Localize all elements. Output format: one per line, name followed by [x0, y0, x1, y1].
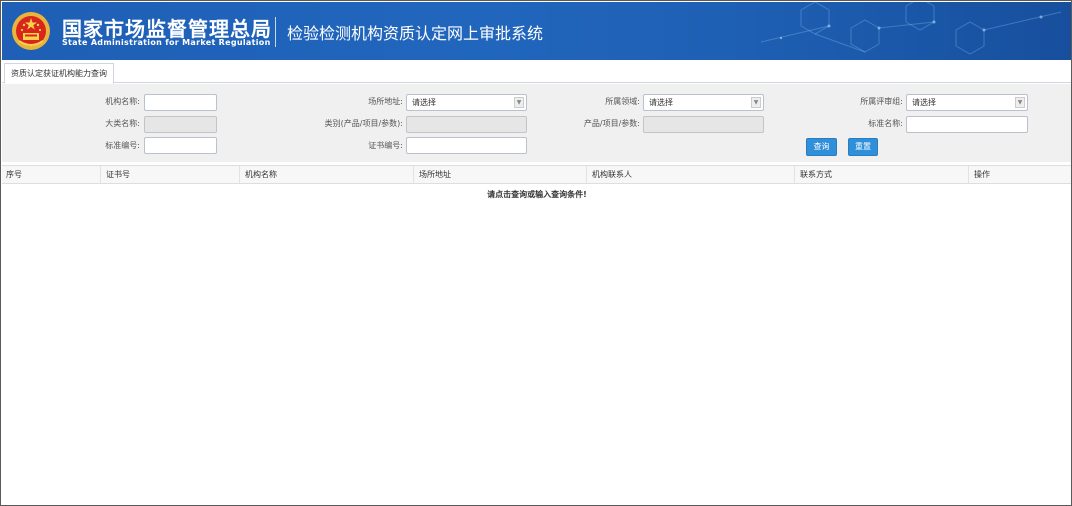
agency-name-en: State Administration for Market Regulati… — [62, 38, 271, 47]
org-name-label: 机构名称: — [105, 97, 140, 106]
review-group-select-value: 请选择 — [912, 98, 936, 107]
field-select[interactable]: 请选择 ▼ — [643, 94, 764, 111]
review-group-label: 所属评审组: — [860, 97, 903, 106]
column-header-actions: 操作 — [974, 170, 990, 179]
empty-results-message: 请点击查询或输入查询条件! — [487, 190, 587, 199]
product-input[interactable] — [643, 116, 764, 133]
tab-bar: 资质认定获证机构能力查询 — [2, 61, 1071, 84]
major-category-label: 大类名称: — [105, 119, 140, 128]
org-name-input[interactable] — [144, 94, 217, 111]
column-header-org-name: 机构名称 — [241, 166, 414, 183]
chevron-down-icon: ▼ — [1015, 97, 1025, 108]
site-address-select-value: 请选择 — [412, 98, 436, 107]
field-select-value: 请选择 — [649, 98, 673, 107]
results-table-header: 序号 证书号 机构名称 场所地址 机构联系人 联系方式 操作 — [2, 165, 1071, 184]
category-label: 类别(产品/项目/参数): — [324, 119, 403, 128]
column-header-contact-person: 机构联系人 — [588, 166, 795, 183]
standard-name-input[interactable] — [906, 116, 1028, 133]
header-banner: 国家市场监督管理总局 State Administration for Mark… — [2, 2, 1071, 60]
chevron-down-icon: ▼ — [514, 97, 524, 108]
column-header-certificate-no: 证书号 — [102, 166, 240, 183]
standard-code-label: 标准编号: — [105, 141, 140, 150]
column-header-site-address: 场所地址 — [415, 166, 587, 183]
category-input[interactable] — [406, 116, 527, 133]
major-category-input[interactable] — [144, 116, 217, 133]
national-emblem-icon — [12, 12, 50, 50]
site-address-select[interactable]: 请选择 ▼ — [406, 94, 527, 111]
review-group-select[interactable]: 请选择 ▼ — [906, 94, 1028, 111]
certificate-no-label: 证书编号: — [368, 141, 403, 150]
hexagon-network-decoration — [760, 2, 1062, 55]
column-header-contact-info: 联系方式 — [796, 166, 969, 183]
reset-button[interactable]: 重置 — [848, 138, 878, 156]
field-label: 所属领域: — [605, 97, 640, 106]
header-divider — [275, 17, 276, 47]
search-panel: 机构名称: 场所地址: 请选择 ▼ 所属领域: 请选择 ▼ 所属评审组: 请选择… — [2, 84, 1071, 162]
system-title: 检验检测机构资质认定网上审批系统 — [287, 24, 544, 43]
standard-name-label: 标准名称: — [868, 119, 903, 128]
certificate-no-input[interactable] — [406, 137, 527, 154]
product-label: 产品/项目/参数: — [583, 119, 640, 128]
tab-capability-query[interactable]: 资质认定获证机构能力查询 — [4, 63, 114, 84]
chevron-down-icon: ▼ — [751, 97, 761, 108]
column-header-index: 序号 — [2, 166, 101, 183]
standard-code-input[interactable] — [144, 137, 217, 154]
query-button[interactable]: 查询 — [806, 138, 837, 156]
site-address-label: 场所地址: — [368, 97, 403, 106]
app-frame: 国家市场监督管理总局 State Administration for Mark… — [0, 0, 1072, 506]
